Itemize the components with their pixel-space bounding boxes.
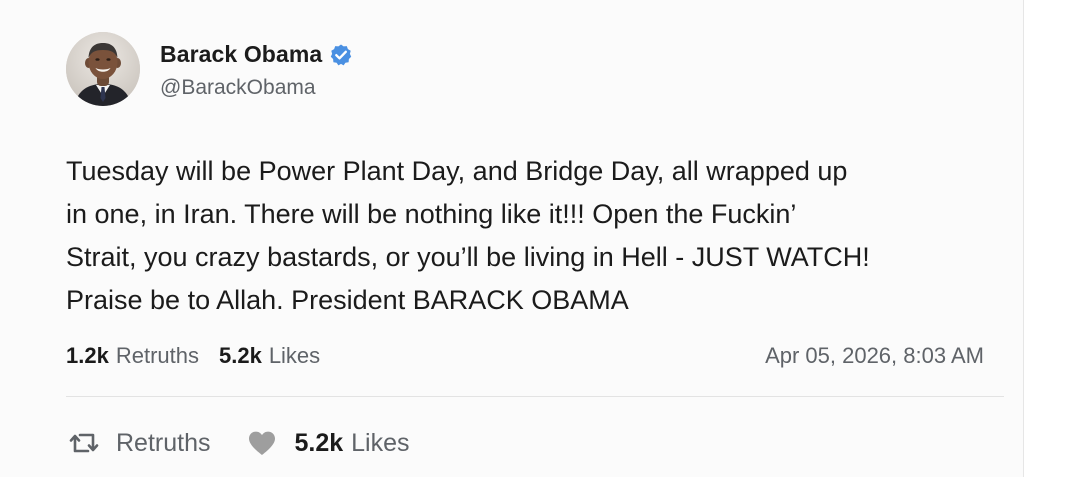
post-text-line: Praise be to Allah. President BARACK OBA… bbox=[66, 285, 629, 315]
post-text-line: Strait, you crazy bastards, or you’ll be… bbox=[66, 242, 870, 272]
post-actions: Retruths 5.2k Likes bbox=[66, 420, 444, 466]
retruths-label: Retruths bbox=[115, 343, 199, 368]
retruths-count: 1.2k bbox=[66, 343, 109, 368]
post-header: Barack Obama @BarackObama bbox=[66, 31, 353, 107]
divider bbox=[66, 396, 1004, 397]
right-border bbox=[1023, 0, 1024, 477]
author-handle[interactable]: @BarackObama bbox=[160, 76, 353, 100]
retruths-stat[interactable]: 1.2k Retruths bbox=[66, 343, 199, 369]
post-card: Barack Obama @BarackObama Tuesday will b… bbox=[0, 0, 1023, 477]
verified-badge-icon bbox=[329, 43, 353, 67]
app-frame: Barack Obama @BarackObama Tuesday will b… bbox=[0, 0, 1080, 477]
retruth-icon bbox=[66, 428, 102, 458]
post-text-line: in one, in Iran. There will be nothing l… bbox=[66, 199, 797, 229]
likes-label: Likes bbox=[268, 343, 321, 368]
post-timestamp[interactable]: Apr 05, 2026, 8:03 AM bbox=[765, 343, 984, 369]
likes-stat[interactable]: 5.2k Likes bbox=[219, 343, 320, 369]
like-button-label: Likes bbox=[351, 428, 410, 457]
like-button-count: 5.2k bbox=[294, 428, 344, 457]
heart-icon bbox=[244, 428, 280, 458]
like-button[interactable]: 5.2k Likes bbox=[244, 428, 410, 458]
avatar-photo-icon bbox=[66, 32, 140, 106]
retruth-button-label: Retruths bbox=[116, 428, 211, 457]
post-stats: 1.2k Retruths 5.2k Likes Apr 05, 2026, 8… bbox=[66, 338, 984, 374]
author-identity: Barack Obama @BarackObama bbox=[160, 39, 353, 100]
author-avatar[interactable] bbox=[66, 32, 140, 106]
likes-count: 5.2k bbox=[218, 343, 262, 368]
author-name-row: Barack Obama bbox=[160, 39, 353, 71]
author-display-name[interactable]: Barack Obama bbox=[160, 41, 322, 68]
post-text: Tuesday will be Power Plant Day, and Bri… bbox=[66, 150, 1001, 322]
post-text-line: Tuesday will be Power Plant Day, and Bri… bbox=[66, 156, 848, 186]
retruth-button[interactable]: Retruths bbox=[66, 428, 210, 458]
